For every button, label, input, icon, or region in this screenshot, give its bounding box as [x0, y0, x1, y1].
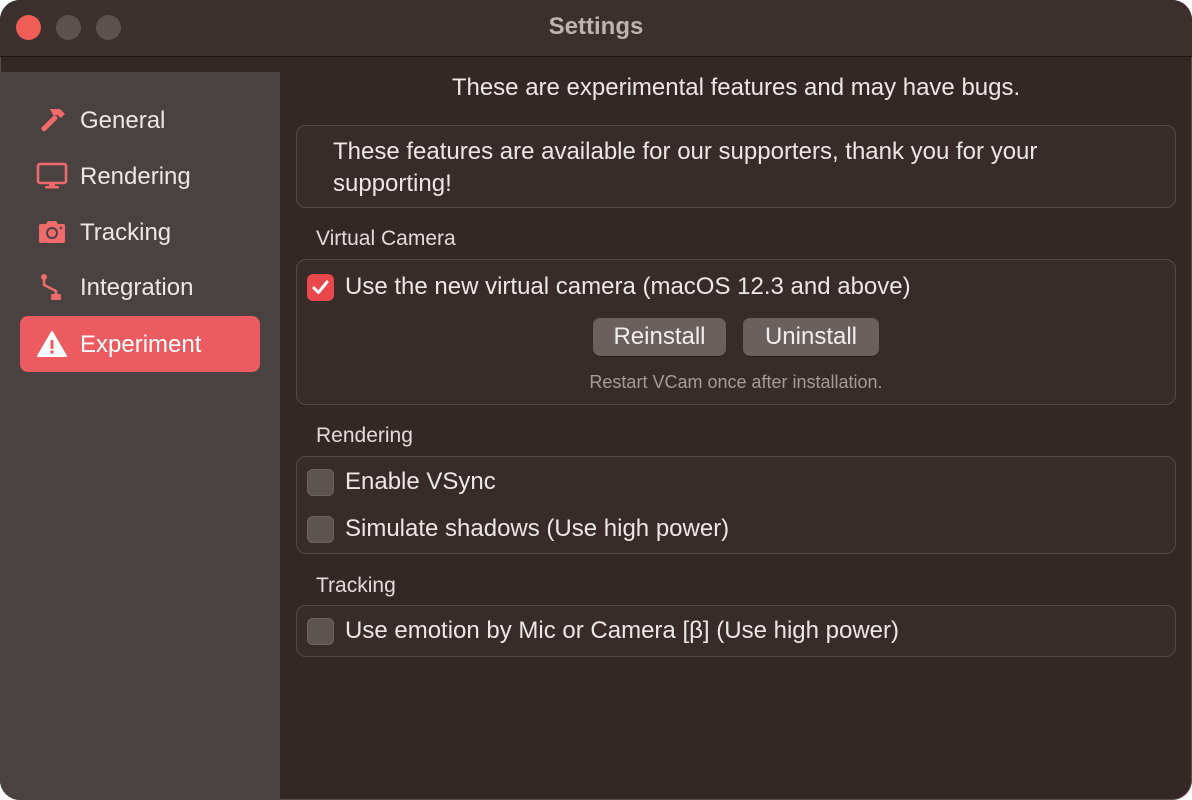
tracking-box: Use emotion by Mic or Camera [β] (Use hi…: [296, 605, 1176, 657]
camera-icon: [36, 218, 68, 246]
sidebar-item-integration[interactable]: Integration: [20, 259, 260, 315]
sidebar-item-experiment[interactable]: Experiment: [20, 316, 260, 372]
checkmark-icon: [312, 280, 329, 294]
monitor-icon: [36, 162, 68, 190]
sidebar-item-label: Tracking: [80, 219, 172, 246]
experiment-panel: These are experimental features and may …: [280, 57, 1192, 800]
uninstall-button[interactable]: Uninstall: [743, 318, 879, 356]
hammer-icon: [36, 106, 68, 134]
sidebar-item-tracking[interactable]: Tracking: [20, 204, 260, 260]
emotion-row[interactable]: Use emotion by Mic or Camera [β] (Use hi…: [307, 616, 899, 646]
title-bar: Settings: [0, 0, 1192, 57]
new-virtual-camera-label: Use the new virtual camera (macOS 12.3 a…: [345, 273, 911, 300]
settings-window: Settings General Rendering Tracking Inte…: [0, 0, 1192, 800]
shadows-row[interactable]: Simulate shadows (Use high power): [307, 514, 729, 544]
vsync-row[interactable]: Enable VSync: [307, 467, 496, 497]
sidebar-item-label: General: [80, 107, 166, 134]
restart-hint: Restart VCam once after installation.: [589, 372, 883, 392]
emotion-label: Use emotion by Mic or Camera [β] (Use hi…: [345, 617, 899, 644]
rendering-box: Enable VSync Simulate shadows (Use high …: [296, 456, 1176, 554]
new-virtual-camera-checkbox[interactable]: [307, 273, 334, 301]
experiment-heading: These are experimental features and may …: [451, 74, 1021, 101]
tracking-section-label: Tracking: [316, 574, 396, 597]
new-virtual-camera-row[interactable]: Use the new virtual camera (macOS 12.3 a…: [307, 272, 911, 302]
sidebar: General Rendering Tracking Integration E…: [0, 72, 280, 800]
sidebar-item-rendering[interactable]: Rendering: [20, 148, 260, 204]
warning-icon: [36, 330, 68, 358]
shadows-label: Simulate shadows (Use high power): [345, 515, 730, 542]
sidebar-item-general[interactable]: General: [20, 92, 260, 148]
shadows-checkbox[interactable]: [307, 515, 334, 543]
rendering-section-label: Rendering: [316, 424, 413, 447]
sidebar-item-label: Integration: [80, 274, 194, 301]
virtual-camera-box: Use the new virtual camera (macOS 12.3 a…: [296, 259, 1176, 405]
window-title: Settings: [548, 13, 644, 40]
sidebar-item-label: Experiment: [80, 331, 202, 358]
emotion-checkbox[interactable]: [307, 617, 334, 645]
supporter-notice-text: These features are available for our sup…: [333, 138, 1038, 197]
vsync-checkbox[interactable]: [307, 468, 334, 496]
sidebar-item-label: Rendering: [80, 163, 191, 190]
integration-icon: [36, 273, 68, 301]
supporter-notice-box: These features are available for our sup…: [296, 125, 1176, 208]
reinstall-button[interactable]: Reinstall: [593, 318, 726, 356]
vsync-label: Enable VSync: [345, 468, 496, 495]
virtual-camera-section-label: Virtual Camera: [316, 227, 456, 250]
